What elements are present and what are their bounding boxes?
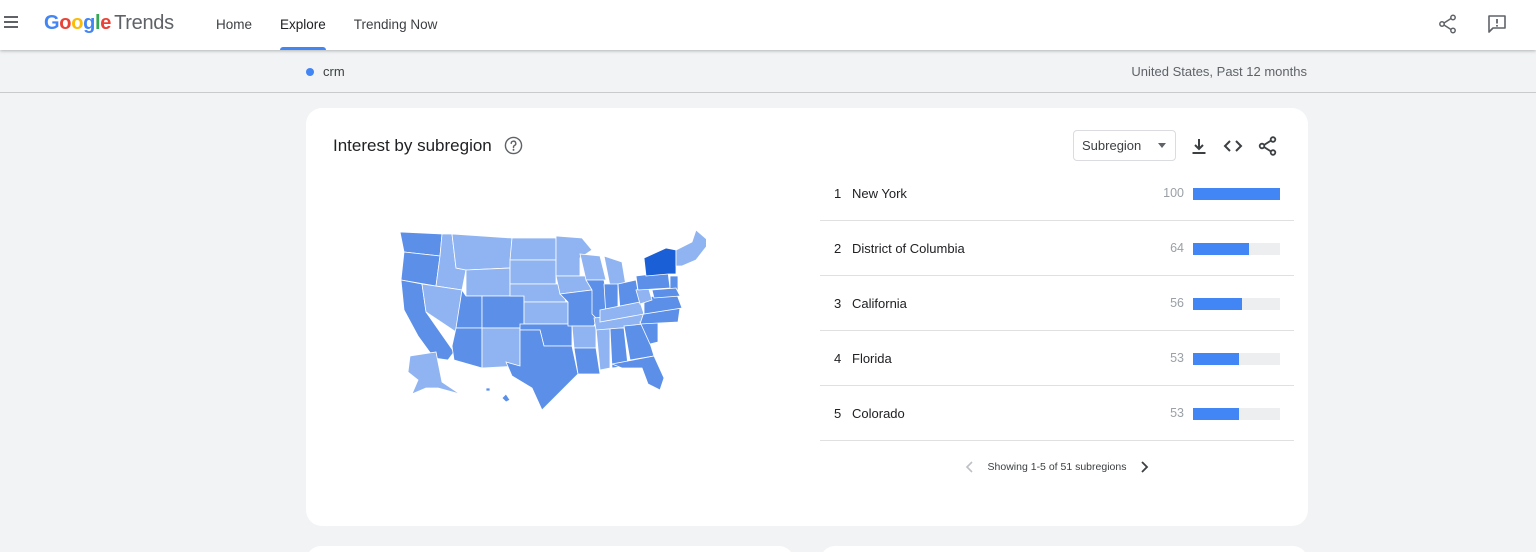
caret-down-icon xyxy=(1158,143,1166,148)
state-hawaii-islands xyxy=(485,387,491,392)
item-rank: 1 xyxy=(834,186,842,201)
search-term-bar: crm United States, Past 12 months xyxy=(0,50,1536,93)
value-bar xyxy=(1193,243,1249,255)
state-michigan xyxy=(603,255,627,287)
state-new-york xyxy=(643,247,677,277)
value-bar xyxy=(1193,188,1280,200)
main-nav: Home Explore Trending Now xyxy=(216,0,465,50)
help-circle-icon[interactable] xyxy=(504,136,523,155)
list-item[interactable]: 5 Colorado 53 xyxy=(820,386,1294,441)
related-queries-card xyxy=(820,546,1308,552)
list-item[interactable]: 1 New York 100 xyxy=(820,166,1294,221)
item-value: 56 xyxy=(1170,296,1184,310)
app-header: Google Trends Home Explore Trending Now xyxy=(0,0,1536,50)
state-new-mexico xyxy=(481,327,521,369)
state-louisiana xyxy=(573,347,601,375)
google-trends-logo[interactable]: Google Trends xyxy=(44,12,174,35)
item-value: 53 xyxy=(1170,351,1184,365)
card-title: Interest by subregion xyxy=(333,136,492,155)
value-bar-track xyxy=(1193,353,1280,365)
related-topics-card xyxy=(306,546,794,552)
value-bar xyxy=(1193,298,1242,310)
embed-icon[interactable] xyxy=(1222,135,1244,157)
value-bar xyxy=(1193,408,1240,420)
state-new-england xyxy=(675,229,706,267)
interest-by-subregion-card: Interest by subregion Subregion 1 New Yo… xyxy=(306,108,1308,526)
value-bar-track xyxy=(1193,298,1280,310)
item-rank: 2 xyxy=(834,241,842,256)
value-bar-track xyxy=(1193,408,1280,420)
state-hawaii xyxy=(501,393,511,403)
item-name[interactable]: Florida xyxy=(852,351,892,366)
list-item[interactable]: 4 Florida 53 xyxy=(820,331,1294,386)
download-icon[interactable] xyxy=(1188,135,1210,157)
state-south-dakota xyxy=(509,259,557,285)
item-name[interactable]: District of Columbia xyxy=(852,241,965,256)
subregion-ranked-list: 1 New York 100 2 District of Columbia 64… xyxy=(820,166,1294,441)
location-time-scope[interactable]: United States, Past 12 months xyxy=(1131,64,1307,79)
item-value: 100 xyxy=(1163,186,1184,200)
chevron-left-icon[interactable] xyxy=(963,460,977,474)
state-arizona xyxy=(451,327,483,369)
share-icon[interactable] xyxy=(1437,13,1459,35)
feedback-icon[interactable] xyxy=(1486,13,1508,35)
pagination-text: Showing 1-5 of 51 subregions xyxy=(987,461,1127,473)
value-bar xyxy=(1193,353,1240,365)
nav-home[interactable]: Home xyxy=(216,0,252,50)
state-north-dakota xyxy=(509,237,557,261)
list-item[interactable]: 3 California 56 xyxy=(820,276,1294,331)
chevron-right-icon[interactable] xyxy=(1137,460,1151,474)
resolution-dropdown[interactable]: Subregion xyxy=(1073,130,1176,161)
state-wyoming xyxy=(465,267,511,297)
item-rank: 3 xyxy=(834,296,842,311)
term-color-dot xyxy=(306,68,314,76)
state-arkansas xyxy=(571,325,597,349)
value-bar-track xyxy=(1193,188,1280,200)
item-rank: 5 xyxy=(834,406,842,421)
list-item[interactable]: 2 District of Columbia 64 xyxy=(820,221,1294,276)
item-value: 64 xyxy=(1170,241,1184,255)
share-icon[interactable] xyxy=(1257,135,1279,157)
nav-trending-now[interactable]: Trending Now xyxy=(354,0,438,50)
state-alaska xyxy=(407,351,461,395)
dropdown-value: Subregion xyxy=(1082,138,1142,153)
state-maryland xyxy=(651,287,681,299)
state-montana xyxy=(451,233,513,271)
pagination: Showing 1-5 of 51 subregions xyxy=(820,460,1294,474)
state-kansas xyxy=(523,301,569,325)
search-term[interactable]: crm xyxy=(323,64,345,79)
value-bar-track xyxy=(1193,243,1280,255)
us-choropleth-map[interactable] xyxy=(396,228,706,428)
state-colorado xyxy=(481,295,525,329)
logo-trends-text: Trends xyxy=(114,12,174,34)
item-name[interactable]: Colorado xyxy=(852,406,905,421)
item-rank: 4 xyxy=(834,351,842,366)
item-name[interactable]: California xyxy=(852,296,907,311)
item-value: 53 xyxy=(1170,406,1184,420)
item-name[interactable]: New York xyxy=(852,186,907,201)
menu-icon[interactable] xyxy=(4,16,18,30)
nav-explore[interactable]: Explore xyxy=(280,0,326,50)
logo-google-text: Google xyxy=(44,12,112,34)
